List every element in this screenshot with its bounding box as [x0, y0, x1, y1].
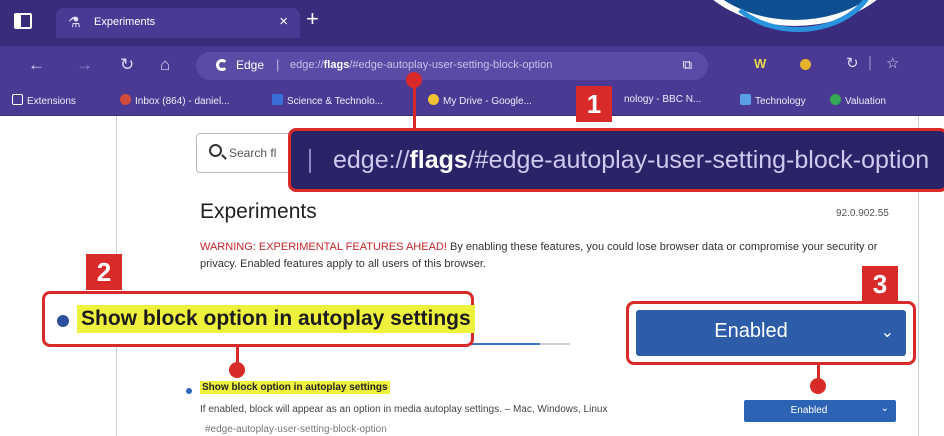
feature-state-select[interactable]: Enabled ⌄: [744, 400, 896, 422]
toolbar-divider: |: [868, 54, 872, 71]
available-tab-underline: [470, 343, 570, 345]
tab-actions-icon[interactable]: [14, 13, 32, 29]
address-separator: |: [276, 57, 280, 72]
address-bar[interactable]: Edge | edge://flags/#edge-autoplay-user-…: [196, 52, 708, 80]
warning-message: WARNING: EXPERIMENTAL FEATURES AHEAD! By…: [200, 239, 890, 273]
browser-label: Edge: [236, 58, 265, 72]
edge-logo-icon: [680, 0, 910, 32]
callout-number-3: 3: [862, 266, 898, 302]
extension-icon[interactable]: [800, 59, 811, 70]
chevron-down-icon: ⌄: [880, 403, 889, 414]
news-icon: [272, 94, 283, 105]
favorites-bar: Extensions Inbox (864) - daniel... Scien…: [0, 86, 944, 116]
feature-state-value: Enabled: [790, 405, 828, 416]
back-icon[interactable]: ←: [28, 55, 45, 75]
feature-title: Show block option in autoplay settings: [200, 381, 390, 394]
callout-feature-bullet: [57, 315, 69, 327]
favorite-technology[interactable]: Technology: [740, 94, 806, 107]
favorite-my-drive[interactable]: My Drive - Google...: [428, 94, 532, 107]
favorite-science[interactable]: Science & Technolo...: [272, 94, 383, 107]
screenshot: ⚗ Experiments × + ← → ↻ ⌂ Edge | edge://…: [0, 0, 944, 436]
callout-1-pin: [406, 72, 422, 88]
callout-2-pin: [229, 362, 245, 378]
version-label: 92.0.902.55: [836, 208, 889, 219]
favorite-extensions[interactable]: Extensions: [12, 94, 76, 107]
new-tab-icon[interactable]: +: [306, 8, 319, 30]
favorites-star-icon[interactable]: ☆: [886, 54, 899, 72]
valuation-icon: [830, 94, 841, 105]
callout-number-1: 1: [576, 86, 612, 122]
search-icon: [209, 144, 222, 157]
callout-3-pin: [810, 378, 826, 394]
feature-bullet: [186, 388, 192, 394]
address-bar-row: ← → ↻ ⌂ Edge | edge://flags/#edge-autopl…: [0, 46, 944, 86]
address-url[interactable]: edge://flags/#edge-autoplay-user-setting…: [290, 59, 552, 71]
tab-experiments[interactable]: ⚗ Experiments ×: [56, 8, 300, 38]
callout-url-cursor: [309, 149, 311, 173]
search-placeholder: Search fl: [229, 146, 277, 160]
feature-anchor-link[interactable]: #edge-autoplay-user-setting-block-option: [205, 424, 387, 435]
refresh-icon[interactable]: ↻: [120, 55, 134, 75]
page-icon: [12, 94, 23, 105]
callout-feature-zoom: Show block option in autoplay settings: [42, 291, 475, 347]
page-title: Experiments: [200, 200, 317, 223]
w-extension-icon[interactable]: W: [754, 56, 766, 71]
callout-feature-text: Show block option in autoplay settings: [77, 305, 475, 333]
callout-select-zoom: Enabled ⌄: [626, 301, 916, 365]
reload-extension-icon[interactable]: ↻: [846, 54, 859, 72]
callout-select-value: Enabled: [714, 320, 788, 342]
edge-icon: [216, 59, 228, 71]
close-icon[interactable]: ×: [279, 13, 288, 30]
mail-icon: [120, 94, 131, 105]
favorite-inbox[interactable]: Inbox (864) - daniel...: [120, 94, 230, 107]
home-icon[interactable]: ⌂: [160, 55, 170, 75]
drive-icon: [428, 94, 439, 105]
warning-label: WARNING: EXPERIMENTAL FEATURES AHEAD!: [200, 241, 447, 253]
feature-description: If enabled, block will appear as an opti…: [200, 404, 608, 415]
callout-number-2: 2: [86, 254, 122, 290]
favorite-valuation[interactable]: Valuation: [830, 94, 886, 107]
read-aloud-icon[interactable]: ⧉: [683, 57, 692, 73]
forward-icon[interactable]: →: [76, 55, 93, 75]
callout-url-zoom: edge://flags/#edge-autoplay-user-setting…: [288, 128, 944, 192]
callout-select-box: Enabled ⌄: [636, 310, 906, 356]
callout-url-text: edge://flags/#edge-autoplay-user-setting…: [333, 146, 930, 174]
tab-title: Experiments: [94, 16, 156, 28]
favorite-bbc[interactable]: nology - BBC N...: [624, 94, 701, 105]
flask-icon: ⚗: [68, 14, 81, 30]
chevron-down-icon: ⌄: [880, 324, 894, 341]
tab-strip: ⚗ Experiments × +: [0, 0, 944, 46]
tech-icon: [740, 94, 751, 105]
